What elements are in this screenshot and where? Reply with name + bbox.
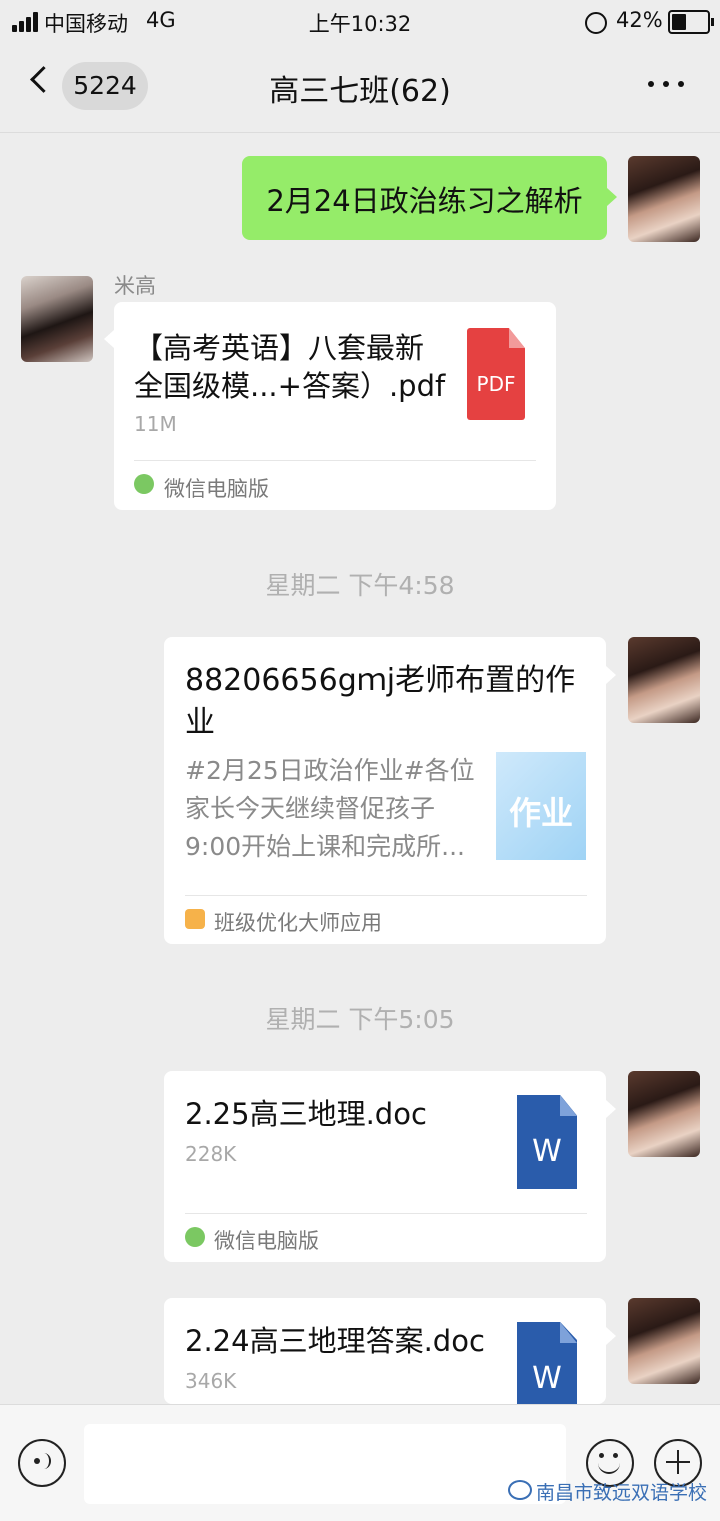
battery-percent: 42% [616,8,663,32]
wechat-icon [134,474,154,494]
source-label: 微信电脑版 [164,477,269,501]
thumbnail-text: 作业 [508,794,573,832]
file-name: 2.25高三地理.doc [185,1097,427,1131]
source-label: 微信电脑版 [214,1229,319,1253]
source-label: 班级优化大师应用 [214,911,382,935]
pdf-icon-label: PDF [476,372,516,396]
file-name-line2: 全国级模...+答案）.pdf [134,369,446,403]
wechat-icon [185,1227,205,1247]
word-icon-label: W [532,1361,562,1396]
watermark-text: 南昌市致远双语学校 [536,1482,708,1504]
voice-icon[interactable] [18,1439,66,1487]
status-bar: 中国移动 4G 上午10:32 42% [0,0,720,44]
orientation-lock-icon [585,12,607,34]
file-size: 11M [134,412,177,436]
battery-icon [668,10,714,34]
sender-avatar[interactable] [21,276,93,362]
my-avatar[interactable] [628,1071,700,1157]
sender-name: 米高 [114,274,156,298]
class-app-icon [185,909,205,929]
wechat-official-account-icon [508,1480,532,1500]
homework-title-line1: 88206656gｍj老师布置的作 [185,663,576,698]
homework-title-line2: 业 [185,705,215,740]
timestamp: 星期二 下午4:58 [265,571,455,600]
homework-desc-line1: #2月25日政治作业#各位 [185,756,475,785]
file-size: 346K [185,1369,237,1393]
my-avatar[interactable] [628,1298,700,1384]
file-name-line1: 【高考英语】八套最新 [134,331,425,365]
timestamp: 星期二 下午5:05 [265,1005,455,1034]
word-icon-label: W [532,1134,562,1169]
more-icon[interactable] [648,76,684,92]
file-size: 228K [185,1142,237,1166]
my-avatar[interactable] [628,156,700,242]
message-input[interactable] [84,1424,566,1504]
homework-thumbnail: 作业 [496,752,586,860]
my-avatar[interactable] [628,637,700,723]
clock: 上午10:32 [308,12,412,36]
chat-title: 高三七班(62) [269,74,451,109]
file-name: 2.24高三地理答案.doc [185,1324,485,1358]
homework-desc-line3: 9:00开始上课和完成所... [185,832,465,861]
homework-desc-line2: 家长今天继续督促孩子 [185,794,436,823]
message-text: 2月24日政治练习之解析 [266,184,583,218]
